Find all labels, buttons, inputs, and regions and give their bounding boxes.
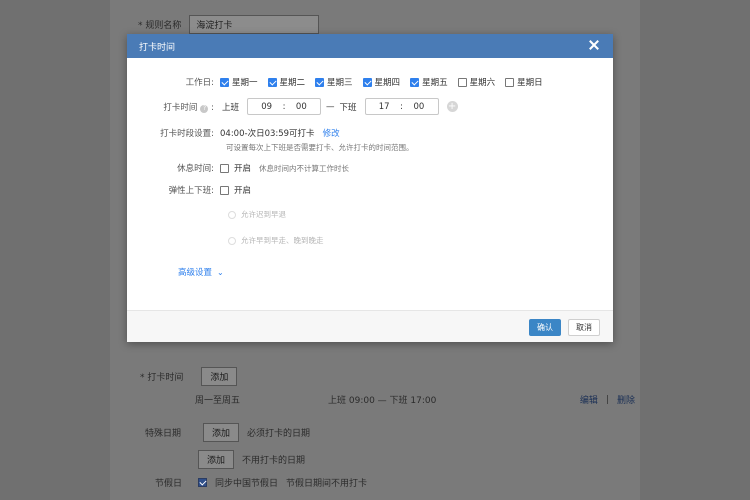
rest-checkbox[interactable]: [220, 163, 229, 173]
dialog-header: 打卡时间: [127, 34, 613, 58]
segment-value: 04:00-次日03:59可打卡: [220, 129, 315, 139]
workday-4[interactable]: 星期四: [362, 76, 401, 88]
clock-time-row: * 打卡时间 添加: [140, 367, 238, 386]
advanced-settings-link[interactable]: 高级设置: [178, 266, 212, 278]
workday-3[interactable]: 星期三: [315, 76, 353, 88]
holiday-row: 节假日 同步中国节假日 节假日期间不用打卡: [155, 476, 367, 489]
on-duty-label: 上班: [222, 102, 240, 113]
workday-5[interactable]: 星期五: [410, 76, 448, 88]
workday-checkbox[interactable]: [362, 77, 372, 87]
workday-label: 星期五: [422, 78, 448, 88]
holiday-sync-checkbox[interactable]: [198, 478, 208, 487]
close-icon[interactable]: [587, 38, 601, 52]
flex-option-2: 允许早到早走、晚到晚走: [228, 235, 324, 246]
dialog-footer: 确认 取消: [127, 310, 613, 342]
advanced-settings[interactable]: 高级设置 ⌄: [178, 266, 224, 279]
holiday-sync-desc: 节假日期间不用打卡: [286, 479, 368, 489]
workday-label: 星期六: [469, 78, 496, 88]
flex-toggle-label: 开启: [234, 186, 252, 196]
on-duty-hour[interactable]: 09: [261, 102, 272, 112]
workday-checkbox[interactable]: [315, 77, 325, 87]
on-duty-time-input[interactable]: 09:00: [247, 98, 322, 115]
workday-label: 星期日: [517, 78, 543, 88]
edit-link[interactable]: 编辑: [580, 393, 598, 406]
time-dash: —: [326, 101, 335, 112]
off-duty-minute[interactable]: 00: [413, 102, 424, 112]
dialog-title: 打卡时间: [139, 42, 176, 53]
on-duty-minute[interactable]: 00: [296, 102, 307, 112]
schedule-times: 上班 09:00 — 下班 17:00: [328, 396, 437, 406]
workday-checkbox[interactable]: [267, 77, 277, 87]
cancel-button[interactable]: 取消: [568, 319, 600, 336]
no-clock-row: 添加 不用打卡的日期: [198, 450, 305, 469]
segment-desc-row: 可设置每次上下班是否需要打卡、允许打卡的时间范围。: [226, 142, 414, 153]
off-duty-label: 下班: [339, 102, 357, 113]
schedule-days: 周一至周五: [195, 396, 241, 406]
holiday-sync-text: 同步中国节假日: [215, 479, 279, 489]
rule-name-input[interactable]: 海淀打卡: [189, 15, 320, 34]
off-duty-hour[interactable]: 17: [379, 102, 390, 112]
off-duty-time-input[interactable]: 17:00: [364, 98, 439, 115]
rule-name-label: * 规则名称: [138, 21, 182, 31]
add-must-clock-button[interactable]: 添加: [203, 423, 240, 442]
workday-label: 星期一: [232, 78, 258, 88]
flex-option-1: 允许迟到早退: [228, 209, 286, 220]
no-clock-text: 不用打卡的日期: [242, 456, 306, 466]
workday-6[interactable]: 星期六: [457, 76, 496, 88]
workday-checkbox[interactable]: [410, 77, 420, 87]
flex-option-2-radio[interactable]: [228, 236, 236, 245]
clock-time-field-label: 打卡时间? :: [163, 102, 214, 113]
rule-name-row: * 规则名称 海淀打卡: [138, 15, 320, 34]
must-clock-text: 必须打卡的日期: [247, 429, 311, 439]
workday-1[interactable]: 星期一: [220, 76, 258, 88]
workdays-label: 工作日:: [185, 78, 214, 88]
workday-checkbox[interactable]: [457, 77, 467, 87]
segment-modify-link[interactable]: 修改: [323, 127, 340, 139]
special-date-row: 特殊日期 添加 必须打卡的日期: [145, 423, 310, 442]
chevron-down-icon: ⌄: [217, 267, 224, 277]
workday-2[interactable]: 星期二: [267, 76, 306, 88]
clock-time-label: * 打卡时间: [140, 373, 184, 383]
flex-option-2-label: 允许早到早走、晚到晚走: [241, 236, 324, 245]
add-no-clock-button[interactable]: 添加: [198, 450, 235, 469]
rest-label: 休息时间:: [177, 164, 214, 174]
delete-link[interactable]: 删除: [617, 393, 635, 406]
flex-label: 弹性上下班:: [168, 186, 214, 196]
workdays-row: 工作日: 星期一 星期二 星期三 星期四 星期五 星期六 星期日: [127, 76, 553, 88]
segment-label: 打卡时段设置:: [160, 129, 214, 139]
confirm-button[interactable]: 确认: [529, 319, 561, 336]
holiday-label: 节假日: [155, 479, 183, 489]
segment-row: 打卡时段设置: 04:00-次日03:59可打卡 修改: [127, 127, 340, 139]
segment-desc: 可设置每次上下班是否需要打卡、允许打卡的时间范围。: [226, 143, 414, 152]
add-clock-time-button[interactable]: 添加: [201, 367, 238, 386]
flex-row: 弹性上下班: 开启: [127, 184, 251, 196]
workday-checkbox[interactable]: [505, 77, 515, 87]
rest-row: 休息时间: 开启 休息时间内不计算工作时长: [127, 162, 349, 174]
clock-time-dialog: 打卡时间 工作日: 星期一 星期二 星期三 星期四 星期五 星期六 星期日 打卡时间? : …: [127, 34, 613, 342]
workday-label: 星期三: [327, 78, 353, 88]
special-date-label: 特殊日期: [145, 429, 182, 439]
workday-checkbox[interactable]: [220, 77, 229, 87]
flex-option-1-label: 允许迟到早退: [241, 210, 286, 219]
flex-option-1-radio[interactable]: [228, 210, 236, 219]
help-icon[interactable]: ?: [200, 104, 209, 113]
schedule-row: 周一至周五 上班 09:00 — 下班 17:00 编辑 | 删除: [195, 393, 635, 407]
workday-label: 星期四: [374, 78, 401, 88]
add-time-icon[interactable]: +: [446, 101, 458, 112]
workday-7[interactable]: 星期日: [505, 76, 543, 88]
rest-desc: 休息时间内不计算工作时长: [259, 163, 350, 173]
clock-time-row: 打卡时间? : 上班 09:00 — 下班 17:00 +: [127, 98, 458, 115]
rest-toggle-label: 开启: [234, 164, 252, 174]
workday-label: 星期二: [279, 78, 306, 88]
flex-checkbox[interactable]: [220, 185, 229, 195]
